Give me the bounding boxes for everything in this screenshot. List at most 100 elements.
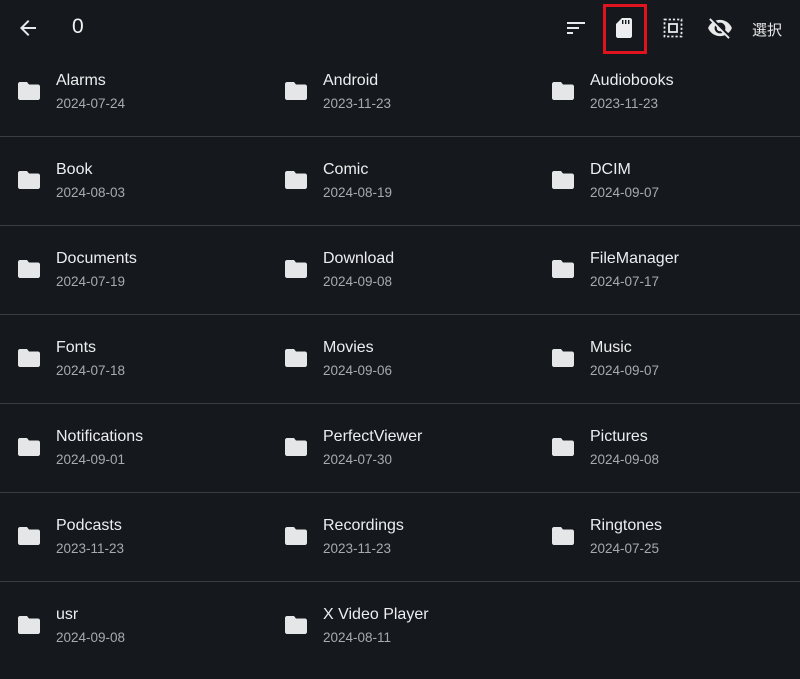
- hide-toggle-button[interactable]: [706, 14, 734, 42]
- folder-grid: Alarms 2024-07-24 Android 2023-11-23 Aud…: [0, 48, 800, 670]
- folder-name: Documents: [56, 250, 137, 267]
- folder-date: 2024-09-01: [56, 452, 126, 467]
- folder-name: Download: [323, 250, 395, 267]
- folder-icon: [552, 82, 574, 100]
- sd-card-icon: [616, 18, 632, 38]
- folder-icon: [552, 260, 574, 278]
- select-button[interactable]: 選択: [752, 19, 782, 40]
- folder-date: 2024-09-07: [590, 185, 660, 200]
- folder-name: DCIM: [590, 161, 631, 178]
- folder-icon: [552, 438, 574, 456]
- folder-date: 2024-09-07: [590, 363, 660, 378]
- folder-row: Documents 2024-07-19 Download 2024-09-08…: [0, 226, 800, 315]
- select-all-button[interactable]: [659, 14, 687, 42]
- folder-icon: [285, 527, 307, 545]
- folder-item[interactable]: Audiobooks 2023-11-23: [534, 48, 800, 136]
- folder-item[interactable]: Fonts 2024-07-18: [0, 315, 266, 403]
- folder-date: 2024-09-08: [56, 630, 126, 645]
- folder-icon: [18, 616, 40, 634]
- folder-item[interactable]: DCIM 2024-09-07: [534, 137, 800, 225]
- folder-name: PerfectViewer: [323, 428, 423, 445]
- folder-item[interactable]: Android 2023-11-23: [267, 48, 533, 136]
- folder-icon: [285, 349, 307, 367]
- folder-name: FileManager: [590, 250, 679, 267]
- folder-date: 2024-07-24: [56, 96, 126, 111]
- folder-item[interactable]: Music 2024-09-07: [534, 315, 800, 403]
- folder-item[interactable]: Comic 2024-08-19: [267, 137, 533, 225]
- eye-off-icon: [708, 18, 732, 39]
- folder-item[interactable]: X Video Player 2024-08-11: [267, 582, 533, 670]
- folder-icon: [285, 171, 307, 189]
- folder-item[interactable]: PerfectViewer 2024-07-30: [267, 404, 533, 492]
- folder-name: Audiobooks: [590, 72, 674, 89]
- folder-icon: [552, 527, 574, 545]
- folder-name: Music: [590, 339, 632, 356]
- folder-item[interactable]: Documents 2024-07-19: [0, 226, 266, 314]
- folder-icon: [285, 82, 307, 100]
- folder-name: Movies: [323, 339, 374, 356]
- folder-icon: [18, 82, 40, 100]
- folder-date: 2024-08-11: [323, 630, 392, 645]
- sort-button[interactable]: [562, 14, 590, 42]
- folder-date: 2023-11-23: [590, 96, 659, 111]
- folder-row: Podcasts 2023-11-23 Recordings 2023-11-2…: [0, 493, 800, 582]
- folder-row: usr 2024-09-08 X Video Player 2024-08-11: [0, 582, 800, 670]
- folder-icon: [552, 171, 574, 189]
- back-button[interactable]: [14, 14, 42, 42]
- folder-item[interactable]: Pictures 2024-09-08: [534, 404, 800, 492]
- folder-row: Fonts 2024-07-18 Movies 2024-09-06 Music…: [0, 315, 800, 404]
- folder-item[interactable]: Download 2024-09-08: [267, 226, 533, 314]
- folder-item[interactable]: FileManager 2024-07-17: [534, 226, 800, 314]
- folder-date: 2023-11-23: [323, 541, 392, 556]
- folder-date: 2024-07-18: [56, 363, 126, 378]
- folder-item[interactable]: Book 2024-08-03: [0, 137, 266, 225]
- folder-name: Ringtones: [590, 517, 663, 534]
- storage-button[interactable]: [610, 14, 638, 42]
- folder-icon: [18, 438, 40, 456]
- folder-name: Pictures: [590, 428, 648, 445]
- folder-date: 2024-08-03: [56, 185, 126, 200]
- folder-icon: [18, 171, 40, 189]
- folder-item[interactable]: Movies 2024-09-06: [267, 315, 533, 403]
- sort-icon: [567, 22, 585, 34]
- folder-date: 2024-07-19: [56, 274, 126, 289]
- folder-name: Comic: [323, 161, 369, 178]
- folder-name: Android: [323, 72, 379, 89]
- folder-row: Book 2024-08-03 Comic 2024-08-19 DCIM 20…: [0, 137, 800, 226]
- folder-date: 2024-08-19: [323, 185, 393, 200]
- folder-date: 2024-07-17: [590, 274, 660, 289]
- folder-item[interactable]: Ringtones 2024-07-25: [534, 493, 800, 581]
- folder-item[interactable]: Alarms 2024-07-24: [0, 48, 266, 136]
- folder-name: Alarms: [56, 72, 106, 89]
- folder-date: 2024-07-25: [590, 541, 660, 556]
- folder-name: Recordings: [323, 517, 404, 534]
- folder-icon: [285, 438, 307, 456]
- select-all-icon: [663, 18, 683, 38]
- folder-name: Fonts: [56, 339, 97, 356]
- folder-date: 2023-11-23: [56, 541, 125, 556]
- folder-date: 2024-07-30: [323, 452, 393, 467]
- folder-name: usr: [56, 606, 79, 623]
- folder-date: 2024-09-06: [323, 363, 393, 378]
- folder-icon: [18, 527, 40, 545]
- folder-name: X Video Player: [323, 606, 429, 623]
- folder-date: 2024-09-08: [590, 452, 660, 467]
- folder-item[interactable]: Recordings 2023-11-23: [267, 493, 533, 581]
- folder-icon: [552, 349, 574, 367]
- page-title: 0: [72, 15, 84, 38]
- folder-icon: [18, 260, 40, 278]
- folder-name: Podcasts: [56, 517, 122, 534]
- folder-item[interactable]: Notifications 2024-09-01: [0, 404, 266, 492]
- folder-item[interactable]: Podcasts 2023-11-23: [0, 493, 266, 581]
- folder-item[interactable]: usr 2024-09-08: [0, 582, 266, 670]
- folder-icon: [285, 260, 307, 278]
- folder-date: 2024-09-08: [323, 274, 393, 289]
- folder-icon: [18, 349, 40, 367]
- folder-icon: [285, 616, 307, 634]
- folder-date: 2023-11-23: [323, 96, 392, 111]
- folder-row: Notifications 2024-09-01 PerfectViewer 2…: [0, 404, 800, 493]
- folder-row: Alarms 2024-07-24 Android 2023-11-23 Aud…: [0, 48, 800, 137]
- folder-name: Notifications: [56, 428, 144, 445]
- arrow-back-icon: [20, 20, 36, 36]
- folder-name: Book: [56, 161, 93, 178]
